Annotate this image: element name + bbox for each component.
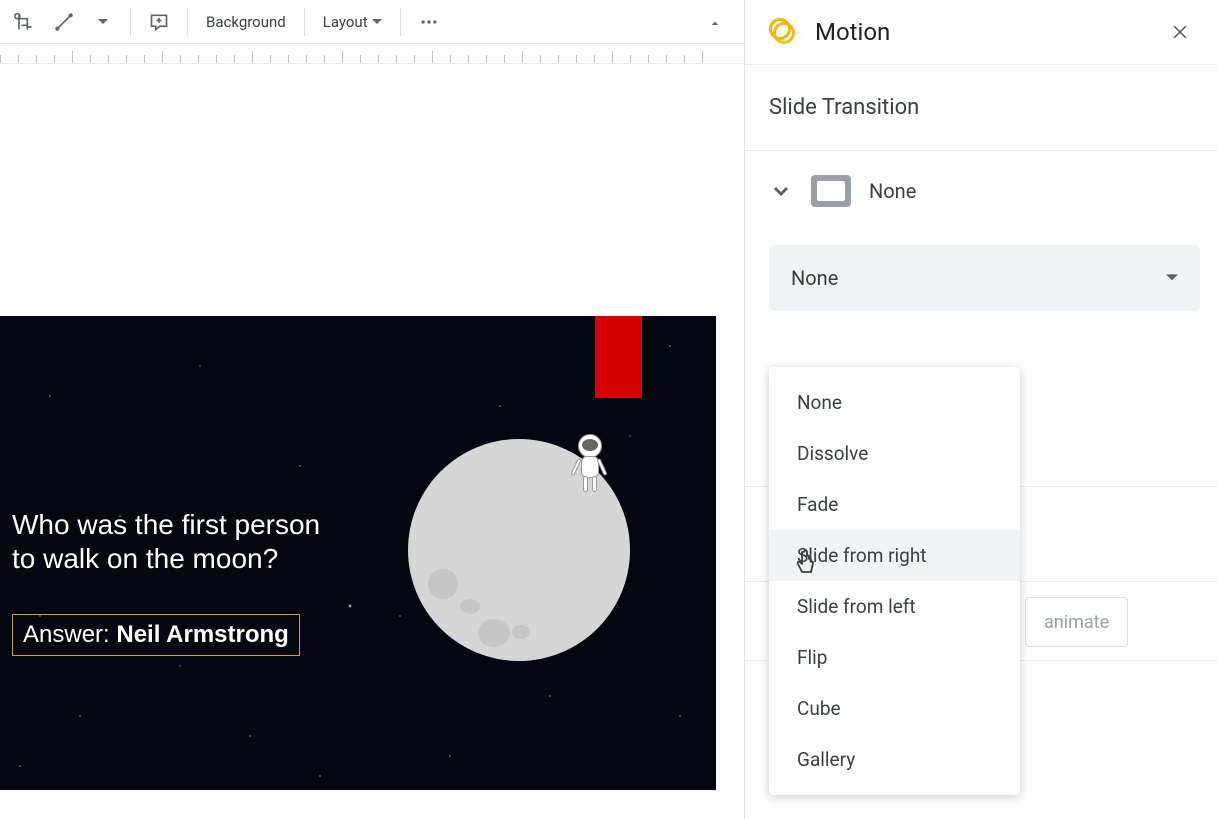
caret-down-icon	[1166, 272, 1178, 284]
chevron-up-icon	[707, 15, 723, 31]
dropdown-item-fade[interactable]: Fade	[769, 479, 1020, 530]
answer-value: Neil Armstrong	[116, 621, 288, 648]
dropdown-item-flip[interactable]: Flip	[769, 632, 1020, 683]
astronaut-graphic[interactable]	[570, 434, 610, 494]
dropdown-item-dissolve[interactable]: Dissolve	[769, 428, 1020, 479]
animate-label: animate	[1044, 612, 1109, 633]
dropdown-item-gallery[interactable]: Gallery	[769, 734, 1020, 785]
line-dropdown-caret[interactable]	[86, 5, 120, 39]
separator	[130, 8, 131, 36]
more-button[interactable]	[411, 5, 447, 39]
dropdown-item-none[interactable]: None	[769, 377, 1020, 428]
dropdown-item-cube[interactable]: Cube	[769, 683, 1020, 734]
transition-dropdown-menu: None Dissolve Fade Slide from right Slid…	[769, 367, 1020, 795]
crop-icon	[14, 12, 34, 32]
toolbar: Background Layout	[0, 0, 744, 44]
ruler	[0, 44, 744, 64]
slide[interactable]: Who was the first person to walk on the …	[0, 316, 716, 790]
layout-button[interactable]: Layout	[315, 5, 390, 39]
comment-button[interactable]	[141, 5, 177, 39]
canvas-area: Who was the first person to walk on the …	[0, 64, 744, 819]
crop-tool-button[interactable]	[6, 5, 42, 39]
background-button[interactable]: Background	[198, 5, 294, 39]
question-line1: Who was the first person	[12, 508, 320, 542]
layout-label: Layout	[323, 13, 368, 31]
separator	[187, 8, 188, 36]
slide-transition-section: Slide Transition	[745, 65, 1218, 151]
transition-select[interactable]: None	[769, 245, 1200, 311]
current-transition-label: None	[869, 179, 916, 203]
caret-down-icon	[372, 17, 382, 27]
caret-down-icon	[98, 17, 108, 27]
line-tool-button[interactable]	[46, 5, 82, 39]
motion-panel: Motion Slide Transition None None animat…	[744, 0, 1218, 819]
line-icon	[54, 12, 74, 32]
separator	[400, 8, 401, 36]
collapse-toolbar-button[interactable]	[698, 6, 732, 40]
chevron-down-icon	[769, 179, 793, 203]
slide-question-text[interactable]: Who was the first person to walk on the …	[12, 508, 320, 575]
section-title: Slide Transition	[769, 95, 1194, 120]
red-shape[interactable]	[595, 316, 642, 398]
question-line2: to walk on the moon?	[12, 542, 320, 576]
close-icon	[1170, 22, 1190, 42]
dropdown-item-slide-from-left[interactable]: Slide from left	[769, 581, 1020, 632]
transition-summary-row[interactable]: None	[745, 151, 1218, 231]
dropdown-item-slide-from-right[interactable]: Slide from right	[769, 530, 1020, 581]
slide-thumbnail-icon	[811, 175, 851, 207]
separator	[304, 8, 305, 36]
more-horizontal-icon	[419, 12, 439, 32]
answer-label: Answer:	[23, 621, 116, 648]
motion-icon	[769, 18, 797, 46]
close-panel-button[interactable]	[1166, 18, 1194, 46]
comment-icon	[149, 12, 169, 32]
animate-button-partial[interactable]: animate	[1025, 597, 1128, 647]
answer-textbox[interactable]: Answer: Neil Armstrong	[12, 614, 300, 656]
panel-title: Motion	[815, 18, 1148, 46]
panel-header: Motion	[745, 0, 1218, 65]
select-value: None	[791, 266, 838, 290]
